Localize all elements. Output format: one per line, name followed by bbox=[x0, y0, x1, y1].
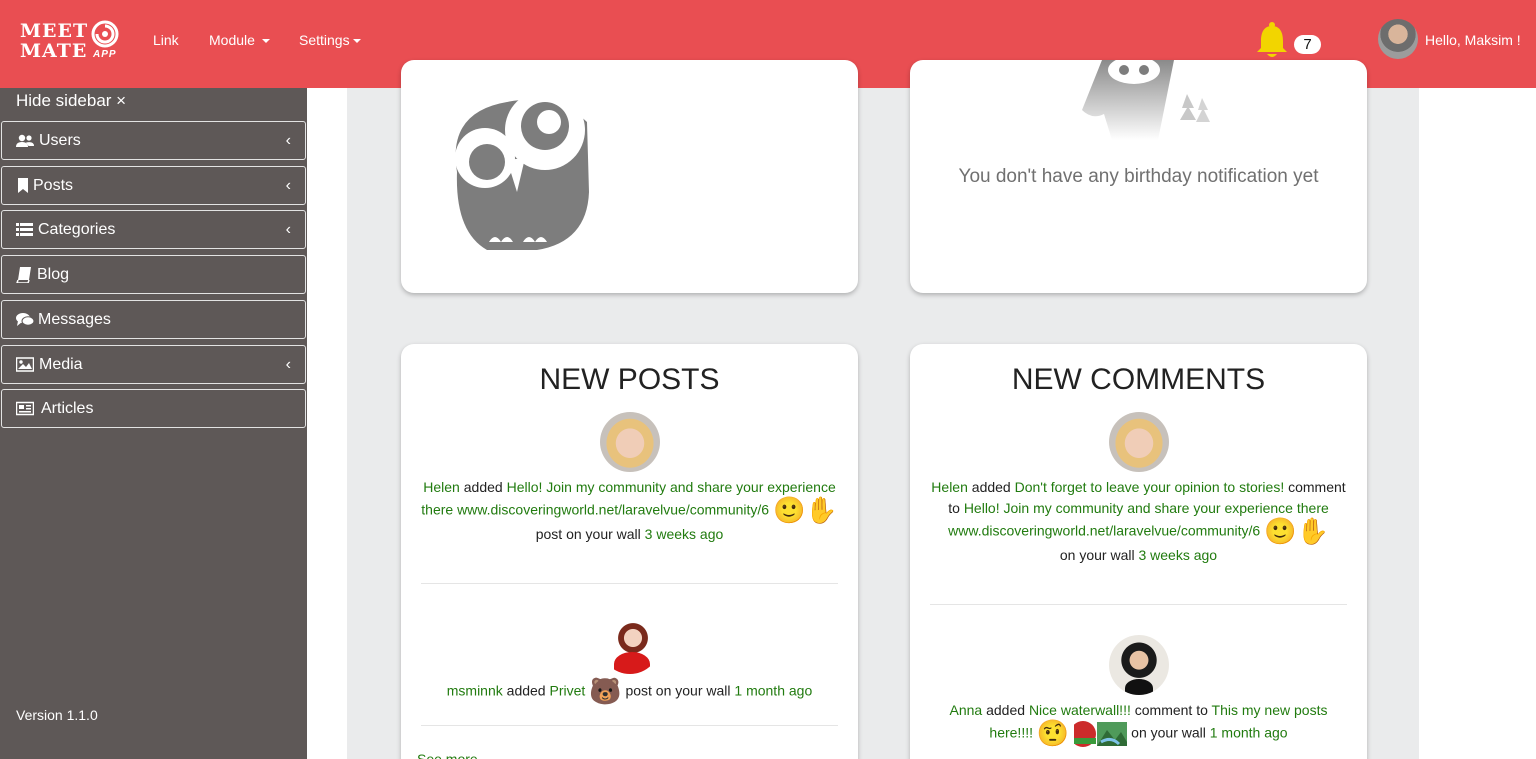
sidebar-item-label: Articles bbox=[41, 400, 94, 417]
see-more-link[interactable]: See more bbox=[417, 751, 478, 759]
list-item: Helen added Hello! Join my community and… bbox=[421, 477, 838, 545]
book-icon bbox=[16, 267, 31, 283]
divider bbox=[421, 725, 838, 726]
list-icon bbox=[16, 223, 33, 236]
user-link[interactable]: Helen bbox=[931, 479, 968, 495]
chevron-left-icon: ‹ bbox=[285, 132, 291, 149]
list-item: Anna added Nice waterwall!!! comment to … bbox=[930, 700, 1347, 747]
caret-down-icon bbox=[261, 39, 270, 44]
nav-settings-label: Settings bbox=[299, 32, 350, 48]
birthday-card: You don't have any birthday notification… bbox=[910, 60, 1367, 293]
comment-link[interactable]: Don't forget to leave your opinion to st… bbox=[1015, 479, 1285, 495]
sidebar-item-label: Users bbox=[39, 132, 81, 149]
comment-link[interactable]: Nice waterwall!!! bbox=[1029, 702, 1131, 718]
logo-text-app: APP bbox=[93, 49, 117, 60]
avatar[interactable] bbox=[600, 412, 660, 472]
user-link[interactable]: Anna bbox=[950, 702, 983, 718]
owl-card bbox=[401, 60, 858, 293]
logo-text-meet: MEET bbox=[20, 20, 89, 42]
timestamp-link[interactable]: 1 month ago bbox=[734, 683, 812, 699]
sidebar-item-label: Posts bbox=[33, 177, 74, 194]
birthday-empty-message: You don't have any birthday notification… bbox=[958, 166, 1319, 187]
chevron-left-icon: ‹ bbox=[285, 356, 291, 373]
bell-icon[interactable] bbox=[1254, 21, 1290, 59]
sidebar-item-articles[interactable]: Articles bbox=[1, 389, 306, 428]
caret-down-icon bbox=[352, 39, 361, 44]
thinking-emoji-icon: 🤨 bbox=[1036, 719, 1070, 749]
bookmark-icon bbox=[18, 178, 28, 193]
verb-text: added bbox=[506, 682, 546, 699]
sidebar-item-label: Blog bbox=[37, 266, 70, 283]
chevron-left-icon: ‹ bbox=[285, 177, 291, 194]
nav-link[interactable]: Link bbox=[153, 31, 179, 49]
raised-hand-emoji-icon: ✋ bbox=[805, 496, 838, 526]
hide-sidebar-button[interactable]: Hide sidebar × bbox=[16, 91, 126, 111]
landscape-photo-icon bbox=[1097, 722, 1128, 746]
users-icon bbox=[16, 134, 34, 147]
sidebar-item-label: Media bbox=[39, 356, 83, 373]
version-label: Version 1.1.0 bbox=[16, 707, 98, 723]
bear-emoji-icon: 🐻 bbox=[589, 677, 622, 707]
belarus-flag-icon bbox=[1070, 721, 1097, 747]
suffix-text: post on your wall bbox=[535, 526, 641, 542]
sidebar-item-posts[interactable]: Posts ‹ bbox=[1, 166, 306, 205]
sidebar-item-users[interactable]: Users ‹ bbox=[1, 121, 306, 160]
list-item: msminnk added Privet 🐻 post on your wall… bbox=[421, 679, 838, 705]
image-icon bbox=[16, 357, 34, 372]
sidebar-item-label: Messages bbox=[38, 311, 111, 328]
user-greeting[interactable]: Hello, Maksim ! bbox=[1425, 32, 1521, 48]
suffix-text: post on your wall bbox=[625, 682, 731, 699]
logo-swirl-icon bbox=[91, 20, 119, 48]
verb-text: added bbox=[986, 702, 1026, 718]
user-link[interactable]: Helen bbox=[423, 479, 460, 495]
list-item: Helen added Don't forget to leave your o… bbox=[930, 477, 1347, 566]
sidebar-item-media[interactable]: Media ‹ bbox=[1, 345, 306, 384]
nav-module-dropdown[interactable]: Module bbox=[209, 31, 270, 49]
sidebar-item-label: Categories bbox=[38, 221, 116, 238]
avatar[interactable] bbox=[1109, 635, 1169, 695]
new-comments-card: NEW COMMENTS Helen added Don't forget to… bbox=[910, 344, 1367, 759]
new-comments-title: NEW COMMENTS bbox=[1011, 363, 1266, 396]
birthday-illustration-icon bbox=[1082, 60, 1210, 140]
divider bbox=[421, 583, 838, 584]
smile-emoji-icon: 🙂 bbox=[772, 496, 806, 526]
smile-emoji-icon: 🙂 bbox=[1264, 517, 1297, 547]
verb-text: added bbox=[971, 479, 1011, 495]
chevron-left-icon: ‹ bbox=[285, 221, 291, 238]
verb-text: added bbox=[463, 479, 503, 495]
timestamp-link[interactable]: 3 weeks ago bbox=[645, 526, 724, 542]
sidebar-item-categories[interactable]: Categories ‹ bbox=[1, 210, 306, 249]
timestamp-link[interactable]: 1 month ago bbox=[1210, 725, 1288, 741]
suffix-text: on your wall bbox=[1059, 547, 1135, 563]
newspaper-icon bbox=[16, 401, 34, 416]
new-posts-card: NEW POSTS Helen added Hello! Join my com… bbox=[401, 344, 858, 759]
post-link[interactable]: Privet bbox=[549, 683, 585, 699]
mid-text: comment to bbox=[1134, 702, 1208, 718]
avatar[interactable] bbox=[1109, 412, 1169, 472]
avatar[interactable] bbox=[600, 614, 660, 674]
new-posts-title: NEW POSTS bbox=[539, 363, 720, 396]
user-avatar[interactable] bbox=[1378, 19, 1418, 59]
nav-module-label: Module bbox=[209, 32, 255, 48]
owl-illustration-icon bbox=[455, 90, 589, 250]
divider bbox=[930, 604, 1347, 605]
sidebar-item-blog[interactable]: Blog bbox=[1, 255, 306, 294]
suffix-text: on your wall bbox=[1131, 724, 1206, 741]
sidebar-item-messages[interactable]: Messages bbox=[1, 300, 306, 339]
logo-text-mate: MATE bbox=[20, 40, 88, 62]
timestamp-link[interactable]: 3 weeks ago bbox=[1138, 547, 1217, 563]
notification-count-badge[interactable]: 7 bbox=[1294, 35, 1321, 54]
comments-icon bbox=[16, 313, 34, 326]
app-logo[interactable]: MEET MATE APP bbox=[20, 19, 124, 67]
sidebar: Hide sidebar × Users ‹ Posts ‹ Categorie… bbox=[0, 88, 307, 759]
raised-hand-emoji-icon: ✋ bbox=[1296, 517, 1329, 547]
user-link[interactable]: msminnk bbox=[447, 683, 503, 699]
nav-settings-dropdown[interactable]: Settings bbox=[299, 31, 361, 49]
